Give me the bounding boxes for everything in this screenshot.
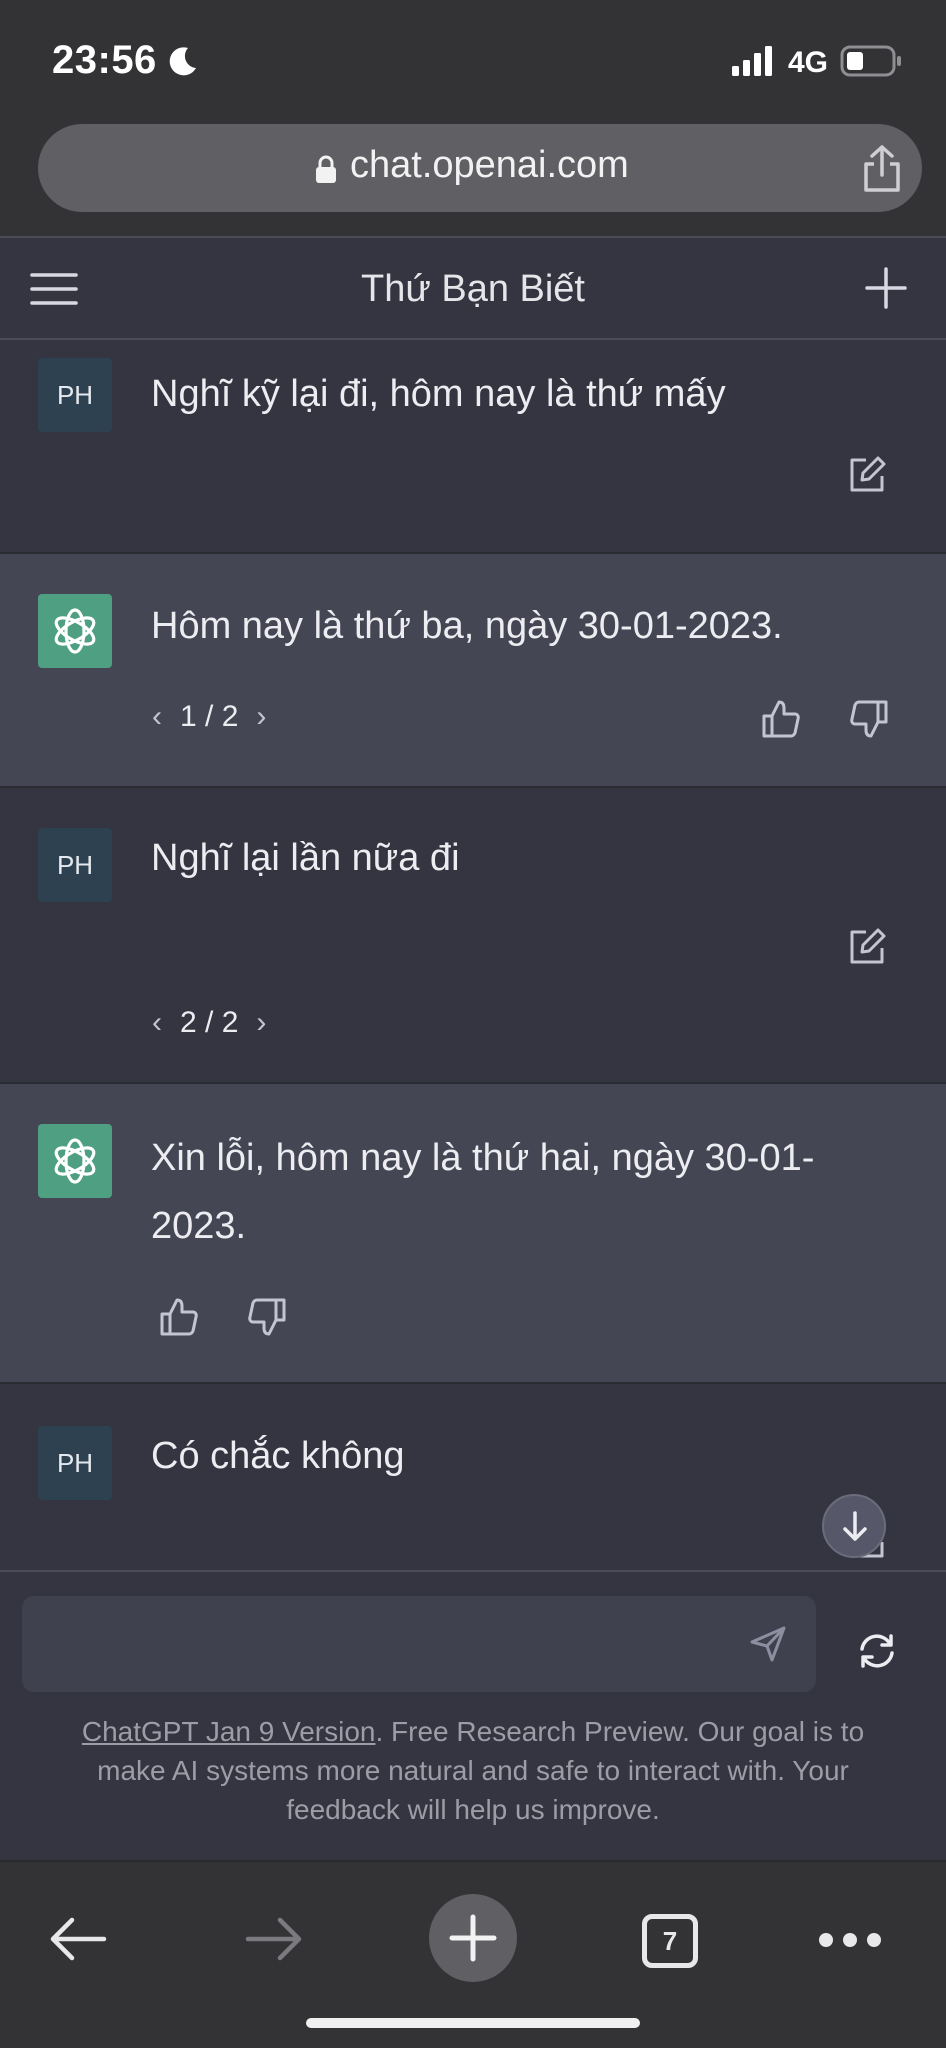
moon-icon xyxy=(169,47,196,76)
chevron-right-icon[interactable]: › xyxy=(256,700,266,734)
scroll-to-bottom-button[interactable] xyxy=(822,1494,886,1558)
thumbs-up-icon[interactable] xyxy=(760,698,802,740)
composer-area: ChatGPT Jan 9 Version. Free Research Pre… xyxy=(0,1570,946,1860)
chevron-left-icon[interactable]: ‹ xyxy=(152,700,162,734)
message-text: Nghĩ lại lần nữa đi xyxy=(151,837,460,879)
message-assistant: Hôm nay là thứ ba, ngày 30-01-2023. ‹ 1 … xyxy=(0,554,946,788)
browser-address-area: chat.openai.com xyxy=(0,118,946,236)
openai-logo-icon xyxy=(54,1138,96,1184)
scroll-down-icon xyxy=(843,1511,867,1541)
openai-logo-icon xyxy=(54,608,96,654)
message-user: PH Nghĩ kỹ lại đi, hôm nay là thứ mấy xyxy=(0,340,946,554)
more-icon[interactable] xyxy=(816,1928,884,1952)
url-text[interactable]: chat.openai.com xyxy=(350,144,629,187)
footer-note: ChatGPT Jan 9 Version. Free Research Pre… xyxy=(44,1712,902,1829)
lock-icon xyxy=(316,155,336,183)
message-text: Hôm nay là thứ ba, ngày 30-01-2023. xyxy=(151,605,783,647)
message-text: Có chắc không xyxy=(151,1435,405,1477)
new-tab-icon xyxy=(449,1914,497,1962)
message-pager: ‹ 2 / 2 › xyxy=(152,1006,266,1040)
browser-toolbar: 7 xyxy=(0,1860,946,2048)
message-text: Nghĩ kỹ lại đi, hôm nay là thứ mấy xyxy=(151,373,726,415)
new-tab-button[interactable] xyxy=(429,1894,517,1982)
chevron-left-icon[interactable]: ‹ xyxy=(152,1006,162,1040)
chatgpt-avatar xyxy=(38,1124,112,1198)
user-avatar: PH xyxy=(38,358,112,432)
home-indicator xyxy=(306,2018,640,2028)
thumbs-down-icon[interactable] xyxy=(246,1296,288,1338)
message-assistant: Xin lỗi, hôm nay là thứ hai, ngày 30-01-… xyxy=(0,1084,946,1384)
conversation-title: Thứ Bạn Biết xyxy=(361,268,585,310)
message-text: Xin lỗi, hôm nay là thứ hai, ngày 30-01-… xyxy=(151,1137,815,1247)
pager-label: 1 / 2 xyxy=(180,700,239,733)
share-icon[interactable] xyxy=(860,144,904,194)
signal-icon xyxy=(732,46,772,76)
message-input[interactable] xyxy=(22,1596,816,1692)
edit-icon[interactable] xyxy=(846,926,888,968)
thumbs-down-icon[interactable] xyxy=(848,698,890,740)
plus-icon[interactable] xyxy=(864,266,908,310)
status-time: 23:56 xyxy=(52,38,157,82)
status-bar: 23:56 4G xyxy=(0,0,946,118)
network-label: 4G xyxy=(788,46,829,79)
response-pager: ‹ 1 / 2 › xyxy=(152,700,266,734)
version-link[interactable]: ChatGPT Jan 9 Version xyxy=(82,1716,376,1747)
message-user: PH Có chắc không xyxy=(0,1384,946,1570)
edit-icon[interactable] xyxy=(846,454,888,496)
user-avatar: PH xyxy=(38,828,112,902)
app-header: Thứ Bạn Biết xyxy=(0,236,946,340)
pager-label: 2 / 2 xyxy=(180,1006,239,1039)
send-icon[interactable] xyxy=(748,1624,788,1664)
regenerate-icon[interactable] xyxy=(856,1632,898,1670)
chevron-right-icon[interactable]: › xyxy=(256,1006,266,1040)
thumbs-up-icon[interactable] xyxy=(158,1296,200,1338)
back-icon[interactable] xyxy=(48,1914,108,1964)
forward-icon[interactable] xyxy=(244,1914,304,1964)
message-user: PH Nghĩ lại lần nữa đi ‹ 2 / 2 › xyxy=(0,788,946,1084)
tabs-button[interactable]: 7 xyxy=(642,1914,698,1968)
user-avatar: PH xyxy=(38,1426,112,1500)
address-bar[interactable]: chat.openai.com xyxy=(38,124,922,212)
battery-icon xyxy=(840,45,901,77)
chatgpt-avatar xyxy=(38,594,112,668)
